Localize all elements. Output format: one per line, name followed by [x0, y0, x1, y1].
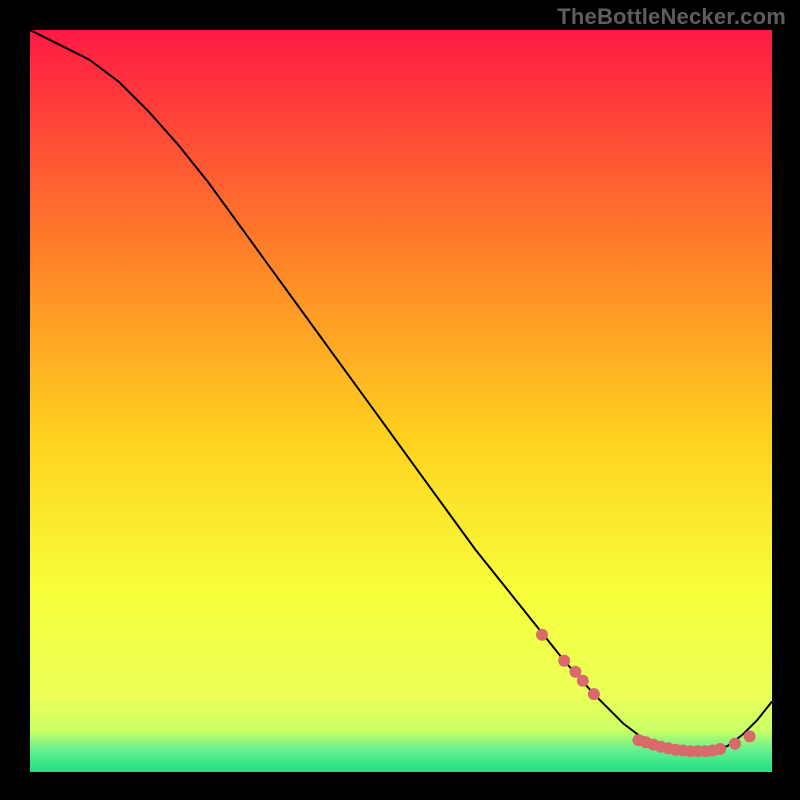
gradient-background	[30, 30, 772, 772]
watermark-text: TheBottleNecker.com	[557, 4, 786, 30]
scatter-point	[714, 743, 726, 755]
scatter-point	[577, 675, 589, 687]
scatter-point	[558, 655, 570, 667]
chart-frame: TheBottleNecker.com	[0, 0, 800, 800]
plot-area	[30, 30, 772, 772]
scatter-point	[536, 629, 548, 641]
scatter-point	[744, 730, 756, 742]
scatter-point	[729, 738, 741, 750]
scatter-point	[588, 688, 600, 700]
chart-svg	[30, 30, 772, 772]
